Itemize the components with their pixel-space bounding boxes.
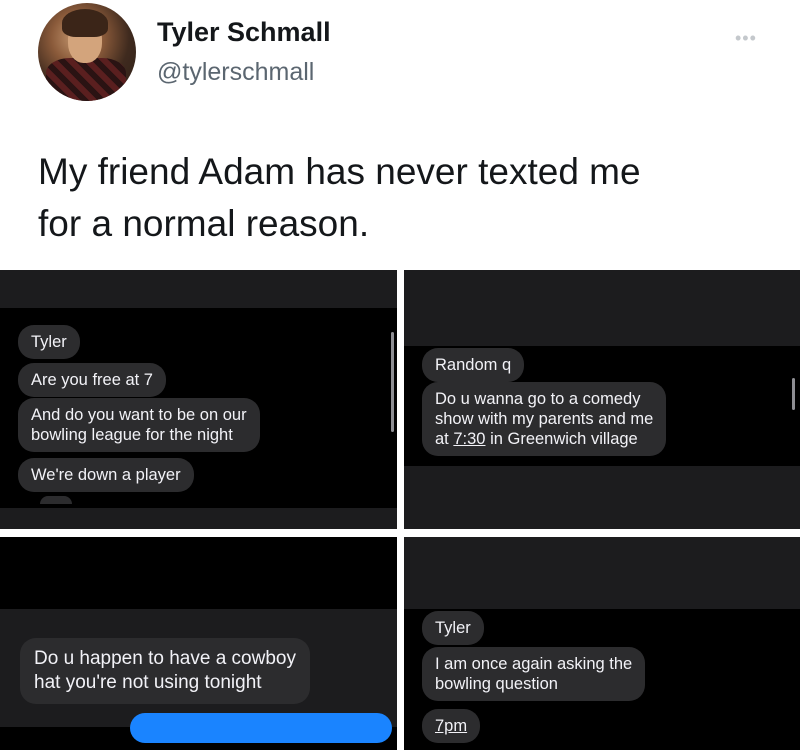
message-text: Are you free at 7 — [31, 371, 153, 389]
message-text-line: at 7:30 in Greenwich village — [435, 429, 653, 449]
message-text: Tyler — [31, 333, 67, 351]
more-horizontal-icon[interactable]: ••• — [735, 28, 757, 49]
message-bubble: Random q — [422, 348, 525, 382]
tweet-text-line: for a normal reason. — [38, 203, 370, 244]
message-bubble: 7pm — [422, 709, 481, 743]
panel-band — [404, 270, 800, 346]
message-bubble: Tyler — [18, 325, 80, 359]
message-text: I am once again asking the — [435, 655, 633, 673]
message-text: bowling question — [435, 675, 558, 693]
scrollbar[interactable] — [792, 378, 795, 410]
author-name[interactable]: Tyler Schmall — [157, 17, 331, 48]
panel-band — [0, 508, 397, 529]
screenshot-panel-4[interactable]: Tyler I am once again asking the bowling… — [404, 537, 800, 750]
avatar[interactable] — [38, 3, 136, 101]
message-bubble: Do u happen to have a cowboy hat you're … — [20, 638, 310, 704]
message-bubble: Are you free at 7 — [18, 363, 166, 397]
panel-band — [404, 537, 800, 609]
screenshot-panel-3[interactable]: Do u happen to have a cowboy hat you're … — [0, 537, 397, 750]
message-text: show with my parents and me — [435, 410, 654, 428]
message-bubble: And do you want to be on our bowling lea… — [18, 398, 260, 452]
message-text: Do u wanna go to a comedy — [435, 390, 641, 408]
screenshot-grid: Tyler Are you free at 7 And do you want … — [0, 270, 800, 750]
message-text: in Greenwich village — [485, 430, 638, 448]
panel-band — [0, 270, 397, 308]
screenshot-panel-2[interactable]: Random q Do u wanna go to a comedy show … — [404, 270, 800, 529]
message-text: And do you want to be on our — [31, 406, 247, 424]
message-bubble: We're down a player — [18, 458, 194, 492]
message-text: at — [435, 430, 454, 448]
message-text: bowling league for the night — [31, 426, 233, 444]
screenshot-panel-1[interactable]: Tyler Are you free at 7 And do you want … — [0, 270, 397, 529]
tweet-header: Tyler Schmall @tylerschmall ••• My frien… — [0, 0, 800, 270]
panel-band — [404, 466, 800, 529]
scrollbar[interactable] — [391, 332, 394, 432]
author-handle[interactable]: @tylerschmall — [157, 58, 314, 87]
sent-message-bubble — [130, 713, 392, 743]
message-text: hat you're not using tonight — [34, 672, 262, 693]
message-text: Do u happen to have a cowboy — [34, 648, 296, 669]
tweet-text-line: My friend Adam has never texted me — [38, 151, 641, 192]
time-link[interactable]: 7pm — [435, 717, 467, 735]
message-text: Random q — [435, 356, 512, 374]
bubble-tail — [40, 496, 72, 504]
message-bubble: Tyler — [422, 611, 484, 645]
message-bubble: Do u wanna go to a comedy show with my p… — [422, 382, 667, 456]
avatar-hair — [62, 9, 108, 37]
message-bubble: I am once again asking the bowling quest… — [422, 647, 646, 701]
message-text: We're down a player — [31, 466, 181, 484]
message-text: Tyler — [435, 619, 471, 637]
tweet-text: My friend Adam has never texted me for a… — [38, 146, 758, 250]
avatar-shirt — [46, 58, 126, 101]
time-link[interactable]: 7:30 — [453, 430, 485, 448]
